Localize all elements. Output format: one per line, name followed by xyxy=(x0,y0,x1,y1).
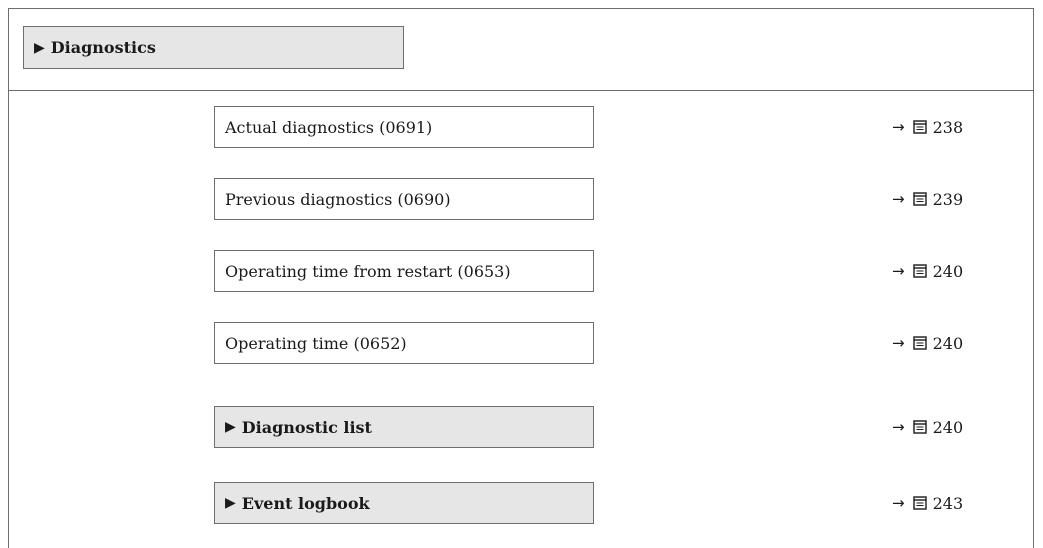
arrow-right-icon: → xyxy=(892,334,905,352)
arrow-right-icon: → xyxy=(892,418,905,436)
page-number: 240 xyxy=(932,261,964,281)
triangle-right-icon: ▶ xyxy=(34,39,45,56)
submenu-diagnostic-list[interactable]: ▶ Diagnostic list xyxy=(214,406,594,448)
arrow-right-icon: → xyxy=(892,494,905,512)
parameter-label: Operating time from restart (0653) xyxy=(225,261,511,281)
submenu-label: Event logbook xyxy=(241,493,370,513)
page-reference[interactable]: → 243 xyxy=(892,482,1002,524)
page-reference[interactable]: → 239 xyxy=(892,178,1002,220)
page-reference[interactable]: → 240 xyxy=(892,322,1002,364)
book-icon xyxy=(912,496,927,510)
arrow-right-icon: → xyxy=(892,262,905,280)
book-icon xyxy=(912,192,927,206)
page-reference[interactable]: → 240 xyxy=(892,406,1002,448)
parameter-operating-time-from-restart[interactable]: Operating time from restart (0653) xyxy=(214,250,594,292)
menu-header-diagnostics[interactable]: ▶ Diagnostics xyxy=(23,26,404,69)
header-divider xyxy=(8,90,1034,91)
triangle-right-icon: ▶ xyxy=(225,495,236,511)
arrow-right-icon: → xyxy=(892,118,905,136)
book-icon xyxy=(912,336,927,350)
parameter-previous-diagnostics[interactable]: Previous diagnostics (0690) xyxy=(214,178,594,220)
page-number: 238 xyxy=(932,117,964,137)
submenu-label: Diagnostic list xyxy=(241,417,372,437)
submenu-event-logbook[interactable]: ▶ Event logbook xyxy=(214,482,594,524)
parameter-label: Operating time (0652) xyxy=(225,333,407,353)
page-number: 243 xyxy=(932,493,964,513)
page-number: 240 xyxy=(932,417,964,437)
parameter-actual-diagnostics[interactable]: Actual diagnostics (0691) xyxy=(214,106,594,148)
page-reference[interactable]: → 240 xyxy=(892,250,1002,292)
book-icon xyxy=(912,120,927,134)
page-number: 239 xyxy=(932,189,964,209)
menu-header-label: Diagnostics xyxy=(50,38,156,57)
parameter-label: Actual diagnostics (0691) xyxy=(225,117,433,137)
parameter-operating-time[interactable]: Operating time (0652) xyxy=(214,322,594,364)
book-icon xyxy=(912,420,927,434)
arrow-right-icon: → xyxy=(892,190,905,208)
page-number: 240 xyxy=(932,333,964,353)
triangle-right-icon: ▶ xyxy=(225,419,236,435)
book-icon xyxy=(912,264,927,278)
page-reference[interactable]: → 238 xyxy=(892,106,1002,148)
parameter-label: Previous diagnostics (0690) xyxy=(225,189,451,209)
